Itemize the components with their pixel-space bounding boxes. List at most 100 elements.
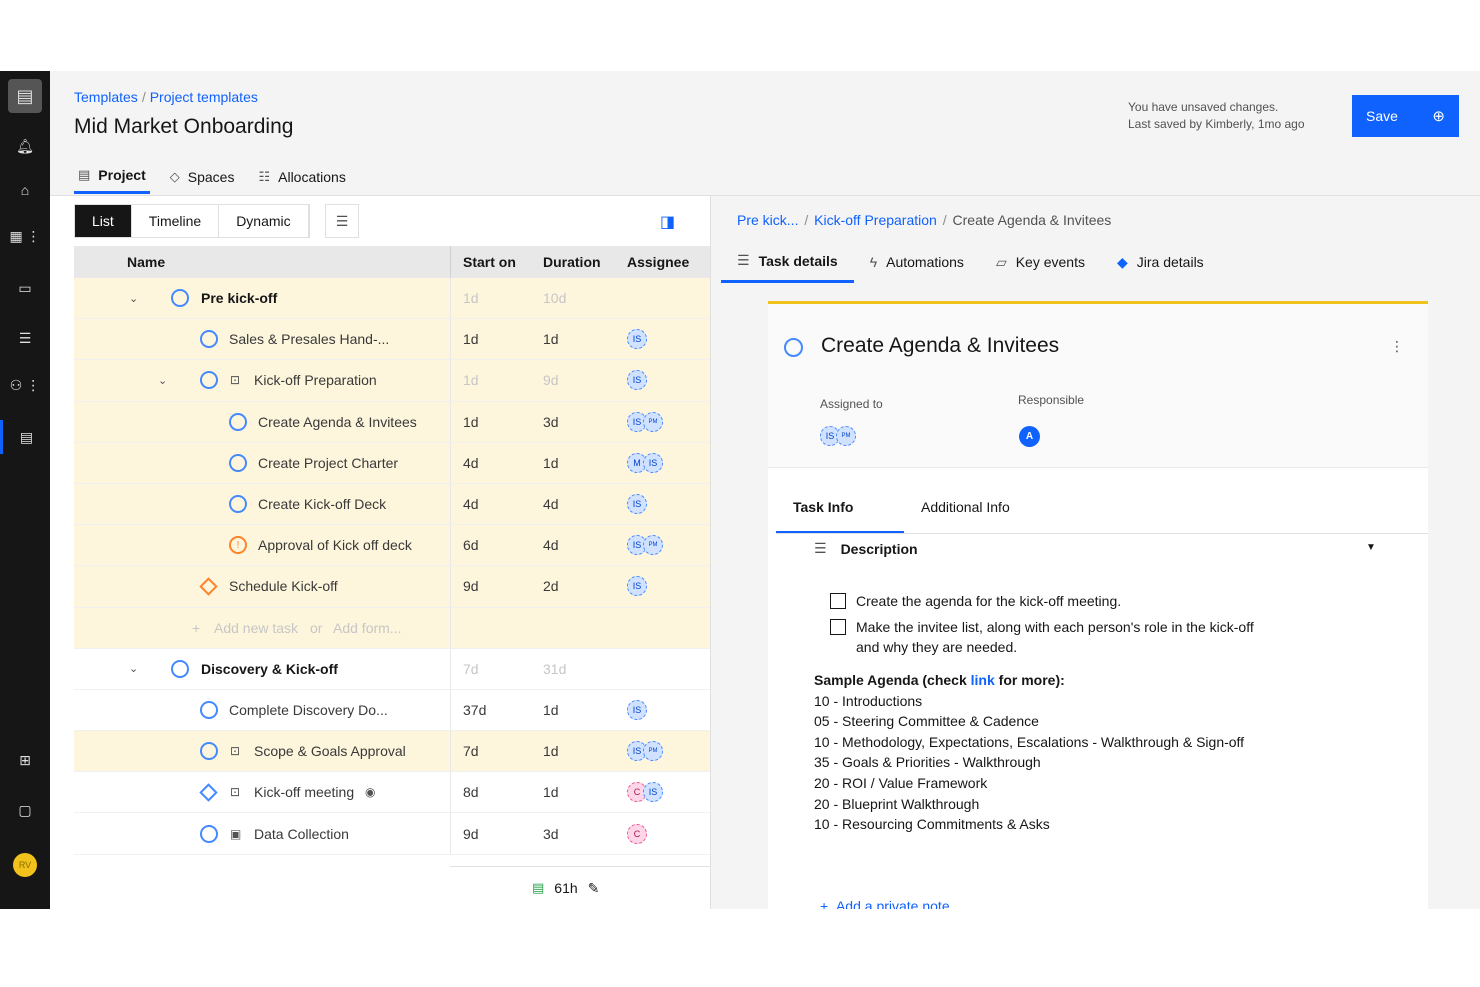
responsible-avatar[interactable]: A xyxy=(1019,426,1040,447)
table-row[interactable]: Create Agenda & Invitees 1d 3d IS PM xyxy=(74,401,710,443)
checklist-icon[interactable]: ☰ xyxy=(0,321,50,355)
table-row[interactable]: Create Project Charter 4d 1d M IS xyxy=(74,442,710,484)
task-name[interactable]: Data Collection xyxy=(254,826,349,842)
table-row[interactable]: Sales & Presales Hand-... 1d 1d IS xyxy=(74,319,710,361)
status-circle-icon[interactable] xyxy=(229,495,247,514)
tab-automations[interactable]: ϟ Automations xyxy=(854,242,980,283)
assignee-cell[interactable]: C IS xyxy=(617,782,707,803)
table-row[interactable]: ⌄ Pre kick-off 1d 10d xyxy=(74,278,710,320)
list-options-icon[interactable]: ☰ xyxy=(325,204,359,238)
assignee-cell[interactable]: IS PM xyxy=(617,741,707,762)
col-duration[interactable]: Duration xyxy=(531,254,617,270)
status-circle-icon[interactable] xyxy=(784,338,803,357)
tab-jira-details[interactable]: ◆ Jira details xyxy=(1101,242,1220,283)
tab-allocations[interactable]: ☷ Allocations xyxy=(254,165,349,194)
tab-task-info[interactable]: Task Info xyxy=(776,484,904,533)
task-name[interactable]: Create Kick-off Deck xyxy=(258,496,386,512)
task-name[interactable]: Schedule Kick-off xyxy=(229,578,338,594)
breadcrumb-kickoff-prep[interactable]: Kick-off Preparation xyxy=(814,212,937,228)
checkbox[interactable] xyxy=(830,619,846,635)
plus-icon[interactable]: + xyxy=(192,620,200,636)
table-row[interactable]: Complete Discovery Do... 37d 1d IS xyxy=(74,689,710,732)
chevron-down-icon[interactable]: ⌄ xyxy=(129,662,138,675)
description-header[interactable]: ☰ Description xyxy=(814,540,918,557)
task-name[interactable]: Create Agenda & Invitees xyxy=(258,414,417,430)
tab-project[interactable]: ▤ Project xyxy=(74,165,150,194)
task-name[interactable]: Kick-off Preparation xyxy=(254,372,377,388)
assigned-to-value[interactable]: IS PM xyxy=(820,426,856,446)
breadcrumb-templates[interactable]: Templates xyxy=(74,89,138,105)
clipboard-icon[interactable]: ▭ xyxy=(0,271,50,305)
tab-task-details[interactable]: ☰ Task details xyxy=(721,242,854,283)
overflow-menu-icon[interactable]: ⋮ xyxy=(1390,338,1404,355)
edit-pencil-icon[interactable]: ✎ xyxy=(588,880,600,897)
assignee-cell[interactable]: M IS xyxy=(617,452,707,473)
status-circle-icon[interactable] xyxy=(229,412,247,431)
app-logo-icon[interactable]: ▤ xyxy=(8,79,42,113)
view-list[interactable]: List xyxy=(75,205,132,237)
status-circle-icon[interactable] xyxy=(229,453,247,472)
assignee-cell[interactable]: IS xyxy=(617,494,707,515)
status-circle-icon[interactable] xyxy=(171,659,189,678)
view-dynamic[interactable]: Dynamic xyxy=(219,205,309,237)
task-name[interactable]: Pre kick-off xyxy=(201,290,277,306)
globe-icon[interactable]: ⊕ xyxy=(1432,107,1445,125)
task-name[interactable]: Sales & Presales Hand-... xyxy=(229,331,389,347)
templates-icon[interactable]: ▤ xyxy=(0,420,50,454)
col-start[interactable]: Start on xyxy=(451,254,531,270)
status-circle-icon[interactable] xyxy=(200,700,218,719)
task-name[interactable]: Create Project Charter xyxy=(258,455,398,471)
add-task-link[interactable]: Add new task xyxy=(214,620,298,636)
add-form-link[interactable]: Add form... xyxy=(333,620,401,636)
task-name[interactable]: Kick-off meeting xyxy=(254,784,354,800)
table-row[interactable]: Create Kick-off Deck 4d 4d IS xyxy=(74,483,710,526)
tab-key-events[interactable]: ▱ Key events xyxy=(980,242,1101,283)
table-row[interactable]: ⊡ Scope & Goals Approval 7d 1d IS PM xyxy=(74,731,710,773)
dashboard-icon[interactable]: ▦ ⋮ xyxy=(0,219,50,253)
tab-additional-info[interactable]: Additional Info xyxy=(904,484,1032,533)
table-row[interactable]: ▣ Data Collection 9d 3d C xyxy=(74,813,710,855)
task-name[interactable]: Complete Discovery Do... xyxy=(229,702,388,718)
chevron-down-icon[interactable]: ⌄ xyxy=(129,292,138,305)
bell-icon[interactable]: 🔔︎ xyxy=(0,129,50,163)
tab-spaces[interactable]: ◇ Spaces xyxy=(166,165,239,194)
status-circle-icon[interactable] xyxy=(200,742,218,761)
table-row[interactable]: ! Approval of Kick off deck 6d 4d IS PM xyxy=(74,525,710,567)
table-row[interactable]: ⌄ Discovery & Kick-off 7d 31d xyxy=(74,648,710,690)
status-circle-icon[interactable] xyxy=(200,824,218,843)
status-circle-icon[interactable] xyxy=(200,371,218,390)
milestone-diamond-icon[interactable] xyxy=(199,577,218,596)
approval-icon[interactable]: ! xyxy=(229,536,247,555)
task-name[interactable]: Approval of Kick off deck xyxy=(258,537,412,553)
chevron-down-icon[interactable]: ⌄ xyxy=(158,374,167,387)
col-assignee[interactable]: Assignee xyxy=(617,254,707,270)
assignee-cell[interactable]: IS xyxy=(617,370,707,391)
breadcrumb-project-templates[interactable]: Project templates xyxy=(150,89,258,105)
assignee-cell[interactable]: IS xyxy=(617,329,707,350)
save-button[interactable]: Save ⊕ xyxy=(1352,95,1459,137)
table-row[interactable]: Schedule Kick-off 9d 2d IS xyxy=(74,566,710,608)
chat-icon[interactable]: ▢ xyxy=(0,793,50,827)
user-avatar[interactable]: RV xyxy=(13,853,37,877)
gift-icon[interactable]: ⊞ xyxy=(0,743,50,777)
milestone-diamond-icon[interactable] xyxy=(199,783,218,802)
table-row[interactable]: ⌄ ⊡ Kick-off Preparation 1d 9d IS xyxy=(74,360,710,402)
status-circle-icon[interactable] xyxy=(200,330,218,349)
col-name[interactable]: Name xyxy=(74,246,451,278)
checkbox[interactable] xyxy=(830,593,846,609)
task-name[interactable]: Scope & Goals Approval xyxy=(254,743,406,759)
assignee-cell[interactable]: IS xyxy=(617,699,707,720)
view-timeline[interactable]: Timeline xyxy=(132,205,220,237)
agenda-link[interactable]: link xyxy=(971,672,995,688)
status-circle-icon[interactable] xyxy=(171,289,189,308)
assignee-cell[interactable]: C xyxy=(617,823,707,844)
assignee-cell[interactable]: IS xyxy=(617,576,707,597)
assignee-cell[interactable]: IS PM xyxy=(617,411,707,432)
add-private-note-link[interactable]: + Add a private note xyxy=(820,898,950,909)
caret-down-icon[interactable]: ▼ xyxy=(1366,542,1376,553)
side-panel-toggle-icon[interactable]: ◨ xyxy=(660,212,675,232)
table-row[interactable]: ⊡ Kick-off meeting ◉ 8d 1d C IS xyxy=(74,772,710,814)
breadcrumb-pre-kickoff[interactable]: Pre kick... xyxy=(737,212,798,228)
task-title[interactable]: Create Agenda & Invitees xyxy=(821,334,1059,358)
task-name[interactable]: Discovery & Kick-off xyxy=(201,661,338,677)
